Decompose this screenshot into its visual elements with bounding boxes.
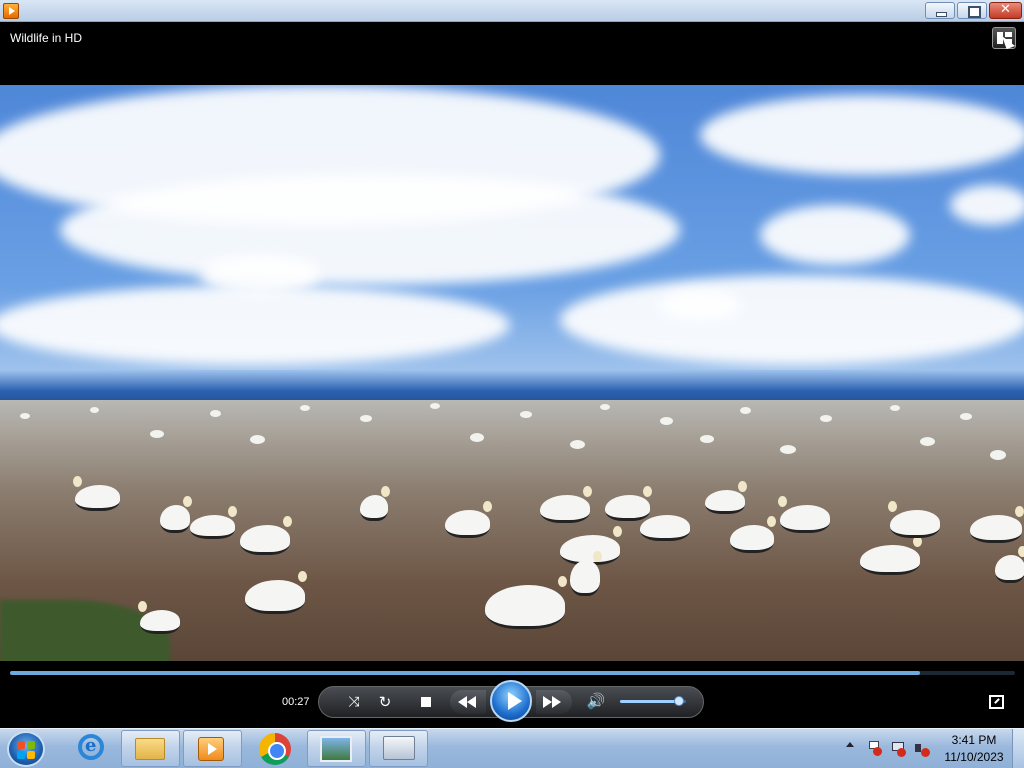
maximize-button[interactable] <box>957 2 987 19</box>
distant-bird <box>430 403 440 409</box>
distant-bird <box>920 437 935 446</box>
gannet <box>485 576 567 629</box>
distant-bird <box>820 415 832 422</box>
shuffle-button[interactable]: ⤨ <box>344 692 364 712</box>
distant-bird <box>570 440 585 449</box>
stop-button[interactable] <box>416 692 436 712</box>
gannet <box>778 496 830 533</box>
show-hidden-icons-arrow[interactable] <box>846 742 854 747</box>
distant-bird <box>660 417 673 425</box>
folder-icon <box>135 738 165 760</box>
distant-bird <box>360 415 372 422</box>
windows-logo-pane <box>27 741 35 749</box>
distant-bird <box>780 445 796 454</box>
chrome-icon <box>259 733 291 765</box>
volume-slider[interactable] <box>620 696 686 706</box>
repeat-icon: ↻ <box>378 693 392 711</box>
fast-forward-icon <box>543 696 563 708</box>
gannet <box>605 486 652 521</box>
distant-bird <box>470 433 484 442</box>
gannet <box>240 516 292 555</box>
gannet <box>730 516 776 553</box>
gannet <box>970 506 1024 543</box>
picture-icon <box>320 736 352 762</box>
show-desktop-button[interactable] <box>1012 729 1024 768</box>
distant-bird <box>740 407 751 414</box>
windows-logo-icon <box>17 741 25 749</box>
rewind-icon <box>458 696 478 708</box>
distant-bird <box>960 413 972 420</box>
gannet <box>540 486 592 523</box>
gannet <box>860 536 922 575</box>
close-button[interactable] <box>989 2 1022 19</box>
distant-bird <box>300 405 310 411</box>
video-title: Wildlife in HD <box>10 31 83 45</box>
seek-bar[interactable] <box>10 671 1015 675</box>
distant-bird <box>250 435 265 444</box>
cloud <box>0 285 510 365</box>
video-display[interactable] <box>0 85 1024 661</box>
clock-time[interactable]: 3:41 PM <box>944 733 1004 747</box>
distant-bird <box>20 413 30 419</box>
gannet <box>995 546 1024 583</box>
windows-logo-pane <box>17 751 25 759</box>
action-center-flag-icon[interactable] <box>866 740 882 756</box>
start-button[interactable] <box>7 731 45 767</box>
gannet <box>888 501 940 538</box>
speaker-icon: 🔊 <box>586 692 606 710</box>
cloud <box>760 205 910 265</box>
clock-date[interactable]: 11/10/2023 <box>940 750 1008 764</box>
media-player-icon <box>198 737 224 761</box>
elapsed-time: 00:27 <box>282 696 310 708</box>
cloud <box>950 185 1024 225</box>
distant-bird <box>890 405 900 411</box>
cloud <box>660 290 740 320</box>
distant-bird <box>150 430 164 438</box>
gannet <box>138 601 180 634</box>
distant-bird <box>990 450 1006 460</box>
gannet <box>445 501 492 538</box>
volume-muted-icon[interactable] <box>914 740 930 757</box>
stop-icon <box>421 697 431 707</box>
gannet <box>73 476 120 511</box>
gannet <box>638 506 690 541</box>
distant-bird <box>700 435 714 443</box>
gannet <box>245 571 307 614</box>
cloud <box>700 95 1024 175</box>
gannet <box>160 496 192 533</box>
next-button[interactable] <box>536 690 572 714</box>
title-bar <box>0 0 1024 22</box>
fullscreen-button[interactable] <box>989 695 1004 709</box>
cloud <box>560 275 1024 365</box>
minimize-button[interactable] <box>925 2 955 19</box>
mute-button[interactable]: 🔊 <box>585 691 607 711</box>
network-icon[interactable] <box>890 740 906 757</box>
seek-bar-progress <box>10 671 920 675</box>
keyboard-icon <box>383 736 415 760</box>
distant-bird <box>210 410 221 417</box>
gannet <box>705 481 747 514</box>
gannet <box>190 506 237 539</box>
volume-level <box>620 700 680 703</box>
repeat-button[interactable]: ↻ <box>375 692 395 712</box>
previous-button[interactable] <box>450 690 486 714</box>
internet-explorer-icon <box>78 734 104 760</box>
cloud <box>60 175 680 285</box>
gannet <box>570 551 602 596</box>
distant-bird <box>90 407 99 413</box>
media-player-app-icon[interactable] <box>3 3 19 19</box>
distant-bird <box>600 404 610 410</box>
gannet <box>360 486 390 521</box>
distant-bird <box>520 411 532 418</box>
media-player-window: Wildlife in HD <box>0 0 1024 768</box>
shuffle-icon: ⤨ <box>348 694 360 710</box>
windows-logo-pane <box>27 751 35 759</box>
play-button[interactable] <box>490 680 532 722</box>
